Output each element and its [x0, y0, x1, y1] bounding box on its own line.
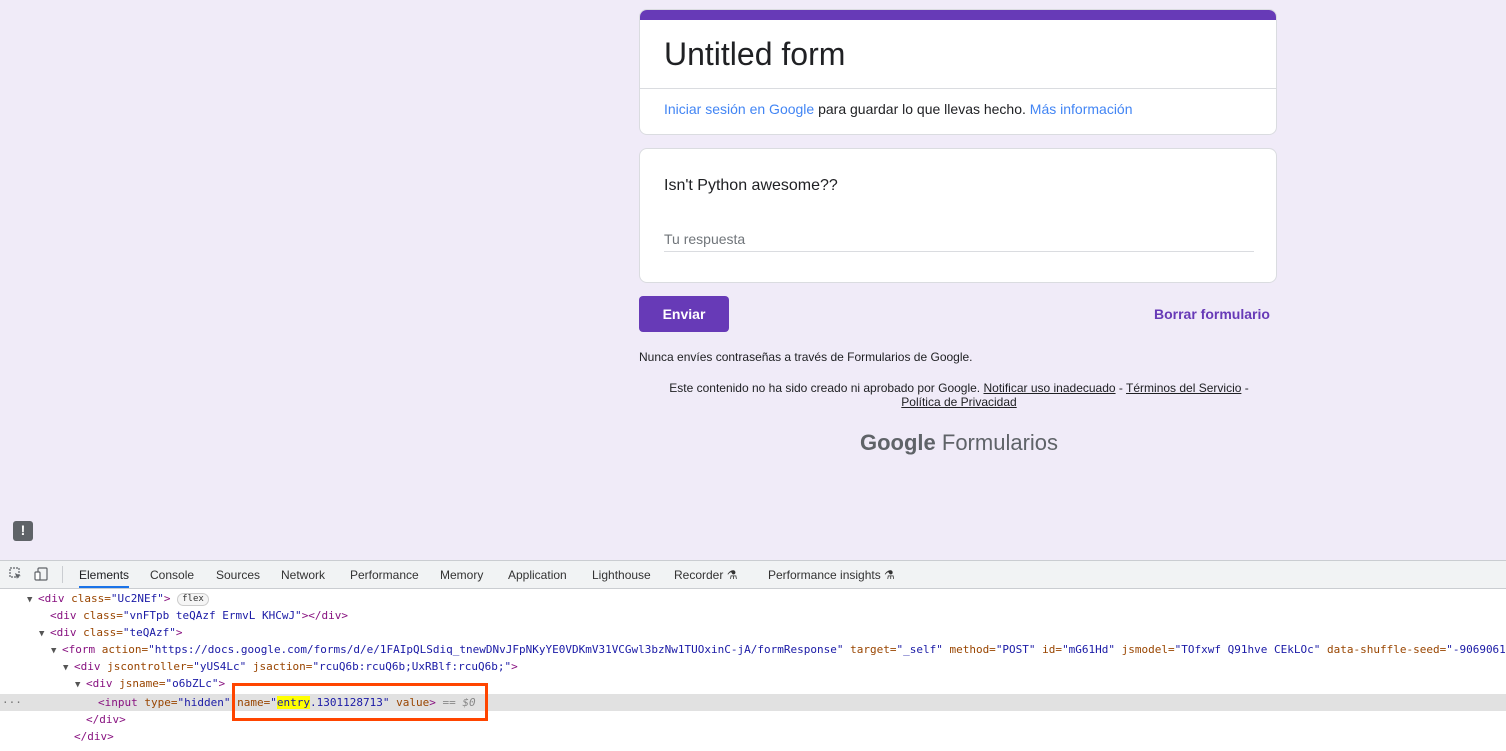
google-forms-logo: Google Formularios: [639, 430, 1279, 456]
tab-network[interactable]: Network: [281, 568, 325, 582]
dom-node[interactable]: ▼ <div jsname="o6bZLc">: [0, 675, 1506, 692]
tab-application[interactable]: Application: [508, 568, 567, 582]
form-page: Untitled form Iniciar sesión en Google p…: [0, 0, 1506, 560]
password-warning: Nunca envíes contraseñas a través de For…: [639, 350, 973, 364]
dom-node-selected[interactable]: ··· <input type="hidden" name="entry.1301…: [0, 694, 1506, 711]
terms-link[interactable]: Términos del Servicio: [1126, 381, 1241, 395]
tab-lighthouse[interactable]: Lighthouse: [592, 568, 651, 582]
tab-elements[interactable]: Elements: [79, 568, 130, 588]
device-toolbar-icon[interactable]: [34, 567, 48, 581]
tab-performance[interactable]: Performance: [350, 568, 419, 582]
devtools-panel: Elements Console Sources Network Perform…: [0, 560, 1506, 751]
tab-recorder[interactable]: Recorder ⚗: [674, 568, 737, 582]
signin-link[interactable]: Iniciar sesión en Google: [664, 101, 814, 117]
signin-text: para guardar lo que llevas hecho.: [814, 101, 1030, 117]
expand-triangle-icon[interactable]: ▼: [75, 677, 86, 694]
tab-performance-insights[interactable]: Performance insights ⚗: [768, 568, 895, 582]
separator: -: [1115, 381, 1127, 395]
dom-node[interactable]: ▼ <div jscontroller="yUS4Lc" jsaction="rc…: [0, 658, 1506, 675]
question-card: Isn't Python awesome??: [639, 148, 1277, 283]
separator: -: [1241, 381, 1249, 395]
annotation-highlight-box: [232, 683, 488, 721]
more-info-link[interactable]: Más información: [1030, 101, 1133, 117]
tab-memory[interactable]: Memory: [440, 568, 483, 582]
devtools-toolbar: Elements Console Sources Network Perform…: [0, 561, 1506, 589]
question-title: Isn't Python awesome??: [664, 177, 838, 194]
feedback-icon[interactable]: !: [13, 521, 33, 541]
dom-node[interactable]: ▼ <div class="Uc2NEf"> flex: [0, 590, 1506, 607]
dom-node[interactable]: </div>: [0, 711, 1506, 728]
disclaimer-text: Este contenido no ha sido creado ni apro…: [669, 381, 984, 395]
tab-console[interactable]: Console: [150, 568, 194, 582]
accent-bar: [640, 10, 1276, 20]
brand-google: Google: [859, 430, 936, 455]
toolbar-divider: [62, 566, 63, 583]
divider: [640, 88, 1276, 89]
dom-node[interactable]: ▼ <form action="https://docs.google.com/f…: [0, 641, 1506, 658]
brand-product: Formularios: [935, 430, 1059, 455]
more-options-icon[interactable]: ···: [2, 694, 22, 711]
disclaimer: Este contenido no ha sido creado ni apro…: [639, 381, 1279, 409]
report-abuse-link[interactable]: Notificar uso inadecuado: [983, 381, 1115, 395]
title-card: Untitled form Iniciar sesión en Google p…: [639, 9, 1277, 135]
tab-sources[interactable]: Sources: [216, 568, 260, 582]
privacy-link[interactable]: Política de Privacidad: [901, 395, 1016, 409]
flex-badge[interactable]: flex: [177, 592, 209, 606]
signin-notice: Iniciar sesión en Google para guardar lo…: [664, 101, 1133, 117]
dom-node[interactable]: </div>: [0, 728, 1506, 745]
clear-form-button[interactable]: Borrar formulario: [1154, 306, 1270, 322]
dom-node[interactable]: <div class="vnFTpb teQAzf ErmvL KHCwJ"><…: [0, 607, 1506, 624]
answer-input[interactable]: [664, 227, 1254, 252]
dom-node[interactable]: ▼ <div class="teQAzf">: [0, 624, 1506, 641]
form-title: Untitled form: [664, 36, 846, 72]
inspect-element-icon[interactable]: [9, 567, 22, 580]
submit-button[interactable]: Enviar: [639, 296, 729, 332]
